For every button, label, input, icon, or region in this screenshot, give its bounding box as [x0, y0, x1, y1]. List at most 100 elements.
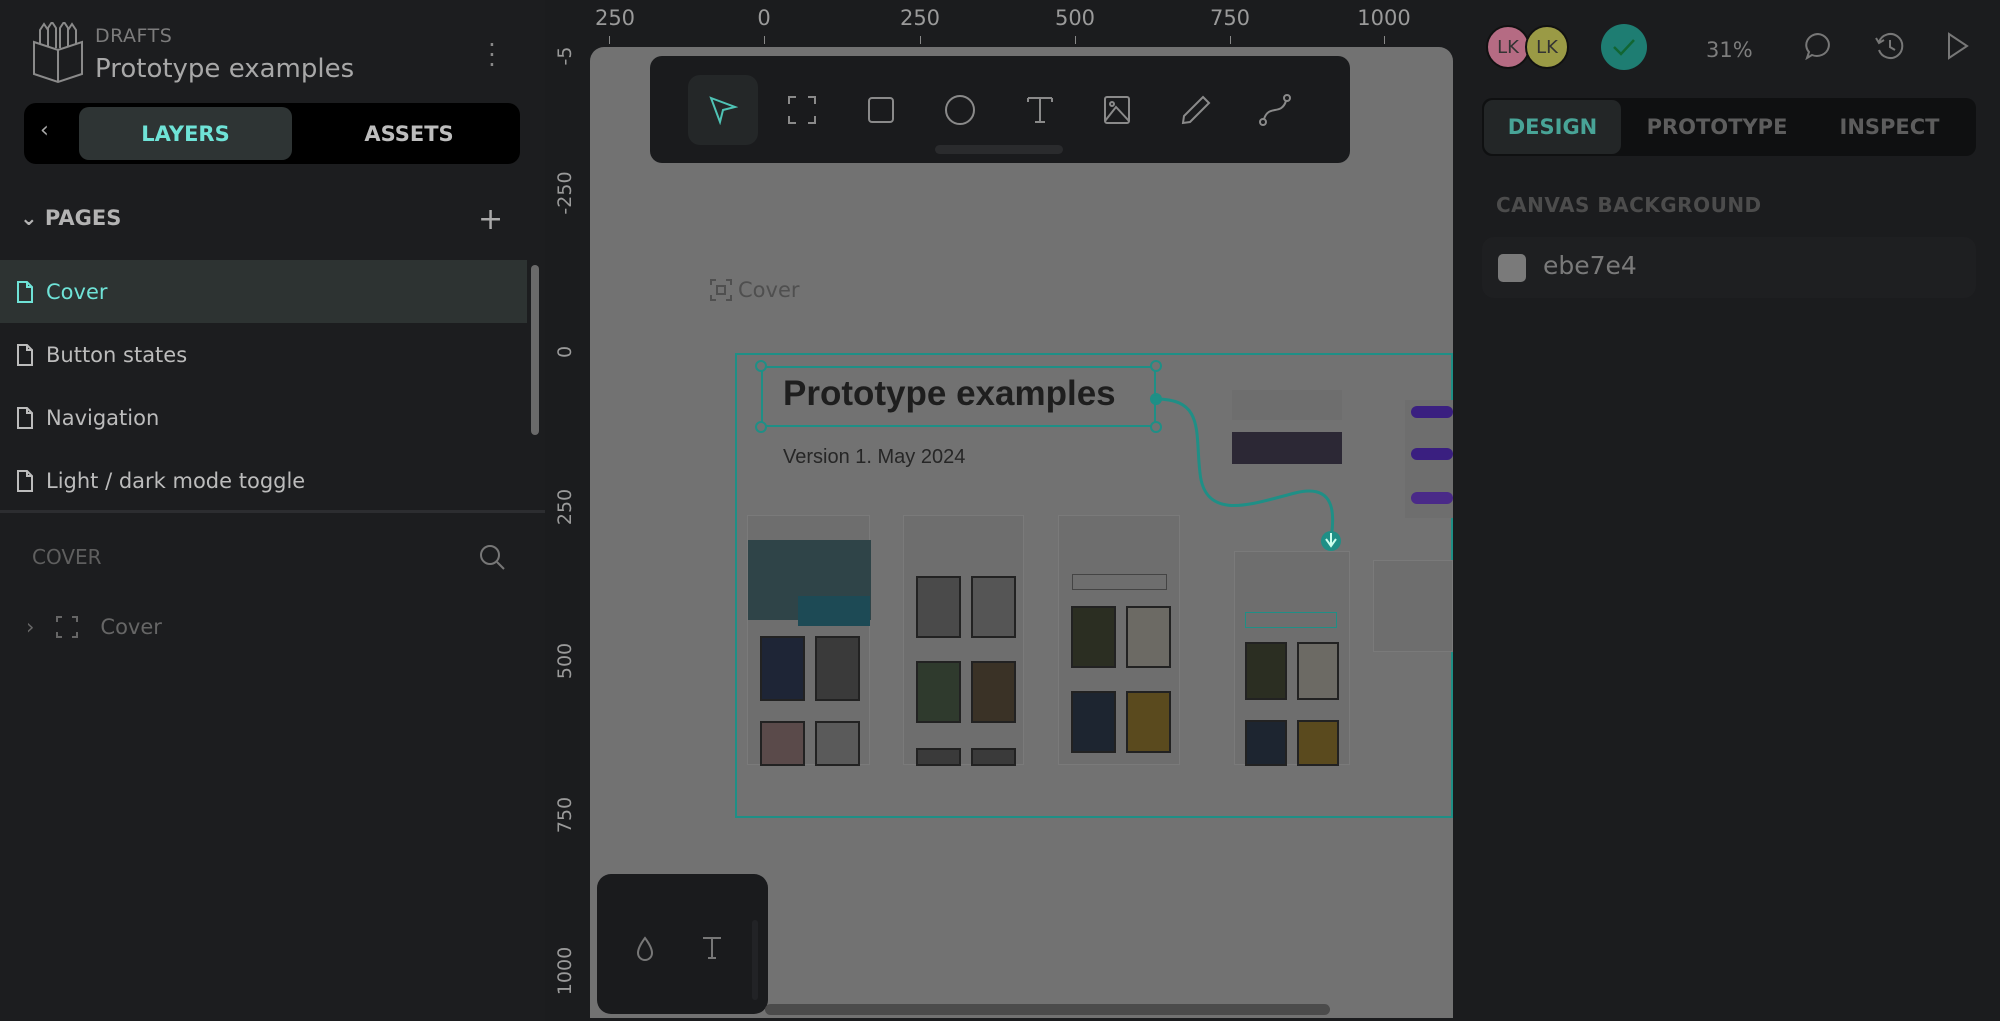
sidebar-tabs: ‹ LAYERS ASSETS: [24, 103, 520, 164]
tab-design[interactable]: DESIGN: [1484, 100, 1621, 154]
ruler-label: 500: [1054, 6, 1096, 30]
comment-icon[interactable]: [1804, 32, 1832, 60]
page-icon: [17, 406, 33, 429]
ruler-tick: [1384, 36, 1385, 44]
image-icon: [1104, 96, 1130, 124]
divider: [0, 510, 545, 513]
rectangle-tool[interactable]: [846, 75, 916, 145]
app-logo-icon: [33, 22, 83, 84]
pages-heading: PAGES: [44, 206, 122, 230]
history-icon[interactable]: [1874, 32, 1904, 60]
ruler-label: 500: [554, 642, 576, 680]
ruler-tick: [1230, 36, 1231, 44]
ruler-label: 0: [554, 345, 576, 359]
text-tool[interactable]: [1005, 75, 1075, 145]
ruler-tick: [920, 36, 921, 44]
frame-tool[interactable]: [767, 75, 837, 145]
palette-panel: [597, 874, 768, 1014]
page-icon: [17, 469, 33, 492]
chevron-right-icon[interactable]: ›: [26, 615, 34, 639]
page-label: Cover: [46, 279, 108, 304]
board-label-text: Cover: [738, 278, 800, 302]
pointer-icon: [709, 96, 738, 125]
ruler-label: 250: [554, 488, 576, 526]
ruler-label: 1000: [1357, 6, 1411, 30]
top-ruler: [545, 0, 1453, 47]
page-label: Navigation: [46, 405, 160, 430]
canvas-background-value[interactable]: ebe7e4: [1543, 251, 1637, 280]
ruler-tick: [1075, 36, 1076, 44]
layer-label: Cover: [100, 615, 162, 639]
ruler-label: 1000: [554, 946, 576, 996]
page-label: Light / dark mode toggle: [46, 468, 306, 493]
color-swatch[interactable]: [1498, 254, 1526, 282]
add-page-icon[interactable]: +: [478, 202, 503, 237]
left-sidebar: DRAFTS Prototype examples · · · ‹ LAYERS A…: [0, 0, 545, 1021]
toolbar-drag-handle[interactable]: [935, 145, 1063, 154]
page-icon: [17, 280, 33, 303]
page-icon: [17, 343, 33, 366]
ellipse-tool[interactable]: [925, 75, 995, 145]
path-icon: [1259, 94, 1291, 126]
horizontal-scrollbar[interactable]: [765, 1004, 1330, 1015]
frame-icon: [710, 279, 732, 301]
tab-assets[interactable]: ASSETS: [324, 107, 494, 160]
ruler-label: 0: [757, 6, 771, 30]
page-label: Button states: [46, 342, 188, 367]
board-subtitle[interactable]: Version 1. May 2024: [783, 446, 965, 469]
layer-item-cover[interactable]: › Cover: [26, 615, 162, 639]
saved-status-button[interactable]: [1601, 24, 1647, 70]
drawing-toolbar: [650, 56, 1350, 163]
pencil-tool[interactable]: [1161, 75, 1231, 145]
frame-icon: [788, 96, 816, 124]
image-tool[interactable]: [1082, 75, 1152, 145]
design-tabs: DESIGN PROTOTYPE INSPECT: [1482, 98, 1976, 156]
ruler-label: -250: [554, 171, 576, 215]
ruler-label: -5: [554, 46, 576, 66]
typography-icon[interactable]: [701, 936, 723, 960]
connection-handle[interactable]: [1150, 393, 1162, 405]
resize-handle[interactable]: [755, 421, 767, 433]
ruler-tick: [609, 36, 610, 44]
avatar[interactable]: LK: [1486, 25, 1530, 69]
ellipse-icon: [945, 95, 975, 125]
board-label[interactable]: Cover: [710, 278, 800, 302]
chevron-down-icon: ⌄: [20, 206, 38, 230]
text-icon: [1027, 97, 1053, 123]
path-tool[interactable]: [1240, 75, 1310, 145]
file-title[interactable]: Prototype examples: [95, 54, 354, 84]
search-icon[interactable]: [478, 543, 506, 571]
zoom-level[interactable]: 31%: [1706, 38, 1753, 62]
more-menu-icon[interactable]: · · ·: [484, 33, 500, 77]
board-title[interactable]: Prototype examples: [783, 374, 1116, 414]
pencil-icon: [1181, 95, 1211, 125]
ruler-label: 750: [554, 796, 576, 834]
page-item-light-dark-toggle[interactable]: Light / dark mode toggle: [0, 449, 527, 512]
canvas-background-row[interactable]: ebe7e4: [1482, 237, 1976, 298]
page-item-button-states[interactable]: Button states: [0, 323, 527, 386]
ruler-label: 250: [899, 6, 941, 30]
ruler-label: 750: [1209, 6, 1251, 30]
play-icon[interactable]: [1946, 32, 1970, 60]
resize-handle[interactable]: [755, 360, 767, 372]
frame-icon: [56, 616, 79, 638]
avatar[interactable]: LK: [1525, 25, 1569, 69]
color-palette-icon[interactable]: [635, 936, 655, 962]
page-item-cover[interactable]: Cover: [0, 260, 527, 323]
page-item-navigation[interactable]: Navigation: [0, 386, 527, 449]
rectangle-icon: [868, 97, 894, 123]
resize-handle[interactable]: [1150, 360, 1162, 372]
tab-inspect[interactable]: INSPECT: [1812, 100, 1967, 154]
canvas-background-label: CANVAS BACKGROUND: [1496, 193, 1762, 217]
chevron-left-icon[interactable]: ‹: [40, 118, 49, 143]
pages-scrollbar[interactable]: [531, 265, 539, 435]
ruler-label: 250: [594, 6, 636, 30]
resize-handle[interactable]: [1150, 421, 1162, 433]
pages-header[interactable]: ⌄ PAGES: [20, 206, 121, 230]
tab-prototype[interactable]: PROTOTYPE: [1632, 100, 1802, 154]
tab-layers[interactable]: LAYERS: [79, 107, 292, 160]
ruler-tick: [764, 36, 765, 44]
pointer-tool[interactable]: [688, 75, 758, 145]
palette-scrollbar[interactable]: [752, 920, 758, 1000]
check-icon: [1613, 39, 1635, 56]
